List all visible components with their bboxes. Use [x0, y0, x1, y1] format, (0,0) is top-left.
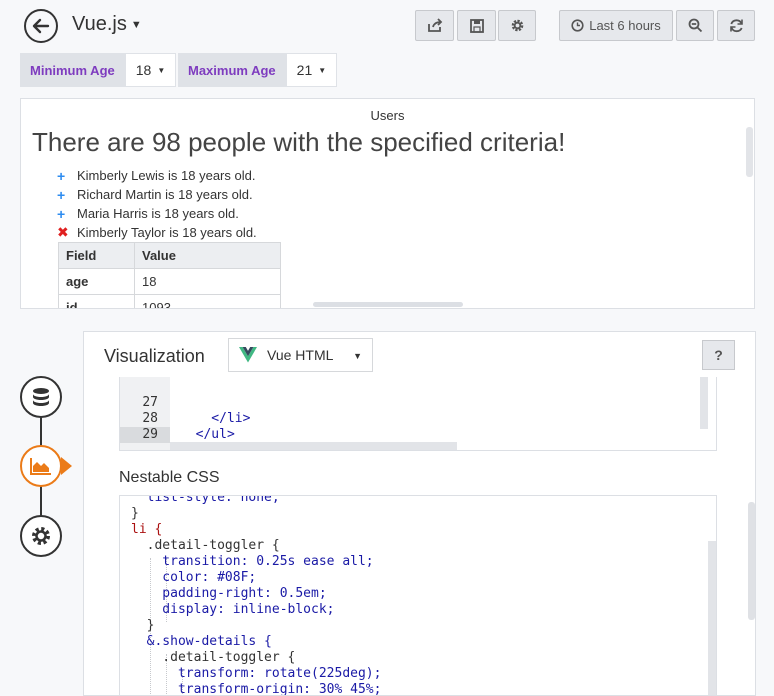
help-button[interactable]: ?: [702, 340, 735, 370]
visualization-editor: Visualization Vue HTML ▼ ? 27 </li> 28 <…: [83, 331, 756, 696]
save-icon: [469, 18, 484, 33]
plus-icon[interactable]: +: [57, 187, 77, 203]
chevron-down-icon: ▼: [130, 18, 142, 31]
code-text: &.show-details {: [131, 634, 272, 649]
horizontal-scrollbar[interactable]: [170, 442, 457, 450]
code-text: display: inline-block;: [131, 602, 335, 617]
panel-title[interactable]: Users: [21, 108, 754, 123]
code-text: }: [131, 618, 155, 633]
code-text: </ul>: [180, 427, 235, 442]
top-bar: Vue.js ▼ Last 6 hours: [0, 0, 774, 52]
database-icon: [33, 388, 49, 406]
plus-icon[interactable]: +: [57, 168, 77, 184]
cross-icon[interactable]: ✖: [57, 224, 77, 241]
table-cell: 1093: [134, 294, 281, 308]
plus-icon[interactable]: +: [57, 206, 77, 222]
variable-label: Maximum Age: [178, 53, 286, 87]
line-number: 29: [120, 427, 170, 443]
panel-resize-handle[interactable]: [313, 302, 463, 307]
code-text: li {: [131, 522, 163, 537]
variable-value: 21: [296, 62, 313, 78]
code-line: 27 </li>: [120, 379, 250, 426]
time-range-button[interactable]: Last 6 hours: [559, 10, 673, 41]
active-tab-pointer: [61, 457, 72, 475]
variable-maximum-age: Maximum Age 21 ▼: [178, 53, 338, 87]
people-list: + Kimberly Lewis is 18 years old. + Richar…: [57, 166, 257, 242]
table-cell: id: [58, 294, 135, 308]
table-cell: age: [58, 268, 135, 295]
person-text: Richard Martin is 18 years old.: [77, 187, 253, 202]
table-cell: 18: [134, 268, 281, 295]
list-item: + Maria Harris is 18 years old.: [57, 204, 257, 223]
queries-tab-button[interactable]: [20, 376, 62, 418]
page-scrollbar[interactable]: [748, 502, 755, 620]
code-text: padding-right: 0.5em;: [131, 586, 327, 601]
css-code-editor[interactable]: list-style: none; } li { .detail-toggler…: [119, 495, 717, 696]
variable-dropdown-minimum-age[interactable]: 18 ▼: [124, 53, 177, 87]
code-text: </li>: [180, 411, 251, 426]
share-icon: [427, 18, 442, 32]
share-button[interactable]: [415, 10, 454, 41]
visualization-tab-button[interactable]: [20, 445, 62, 487]
save-button[interactable]: [457, 10, 496, 41]
vertical-scrollbar[interactable]: [746, 127, 753, 177]
caret-down-icon: ▼: [353, 351, 362, 361]
person-text: Kimberly Taylor is 18 years old.: [77, 225, 257, 240]
clock-icon: [571, 19, 584, 32]
list-item: + Richard Martin is 18 years old.: [57, 185, 257, 204]
list-item: + Kimberly Lewis is 18 years old.: [57, 166, 257, 185]
variable-value: 18: [135, 62, 152, 78]
visualization-type-label: Vue HTML: [267, 347, 334, 363]
general-settings-tab-button[interactable]: [20, 515, 62, 557]
code-line: 28 </ul>: [120, 395, 234, 442]
back-button[interactable]: [24, 9, 58, 43]
settings-gear-icon: [32, 527, 50, 545]
person-text: Kimberly Lewis is 18 years old.: [77, 168, 256, 183]
zoom-out-button[interactable]: [676, 10, 714, 41]
dashboard-title[interactable]: Vue.js ▼: [72, 13, 142, 36]
code-text: transform-origin: 30% 45%;: [131, 682, 382, 696]
area-chart-icon: [30, 458, 51, 475]
gear-icon: [511, 19, 523, 32]
table-header-field: Field: [58, 242, 135, 269]
html-code-editor[interactable]: 27 </li> 28 </ul> 29 </div>: [119, 377, 717, 451]
variable-minimum-age: Minimum Age 18 ▼: [20, 53, 177, 87]
variable-dropdown-maximum-age[interactable]: 21 ▼: [285, 53, 338, 87]
caret-down-icon: ▼: [318, 65, 327, 75]
vue-logo-icon: [239, 347, 257, 363]
table-header-value: Value: [134, 242, 281, 269]
list-item: ✖ Kimberly Taylor is 18 years old.: [57, 223, 257, 242]
people-count-headline: There are 98 people with the specified c…: [32, 127, 566, 157]
time-range-label: Last 6 hours: [589, 18, 661, 33]
code-text: list-style: none;: [131, 495, 280, 505]
refresh-icon: [729, 19, 743, 33]
person-detail-table: Field Value age 18 id 1093: [58, 242, 281, 308]
dashboard-title-text: Vue.js: [72, 13, 127, 35]
code-text: transform: rotate(225deg);: [131, 666, 382, 681]
zoom-out-icon: [688, 18, 702, 33]
code-text: .detail-toggler {: [131, 650, 296, 665]
users-panel: Users There are 98 people with the speci…: [20, 98, 755, 309]
caret-down-icon: ▼: [157, 65, 166, 75]
css-editor-title: Nestable CSS: [119, 469, 220, 486]
code-text: color: #08F;: [131, 570, 257, 585]
vertical-scrollbar[interactable]: [708, 541, 716, 695]
refresh-button[interactable]: [717, 10, 755, 41]
code-text: .detail-toggler {: [131, 538, 280, 553]
table-row: age 18: [58, 268, 281, 295]
person-text: Maria Harris is 18 years old.: [77, 206, 239, 221]
arrow-left-icon: [32, 18, 50, 34]
code-line: 29 </div>: [120, 411, 227, 450]
variable-label: Minimum Age: [20, 53, 125, 87]
vertical-scrollbar[interactable]: [700, 377, 708, 429]
table-header-row: Field Value: [58, 242, 281, 269]
code-text: transition: 0.25s ease all;: [131, 554, 374, 569]
table-row: id 1093: [58, 294, 281, 308]
settings-button[interactable]: [498, 10, 536, 41]
code-text: }: [131, 506, 139, 521]
section-title: Visualization: [104, 346, 205, 366]
visualization-type-select[interactable]: Vue HTML ▼: [228, 338, 373, 372]
